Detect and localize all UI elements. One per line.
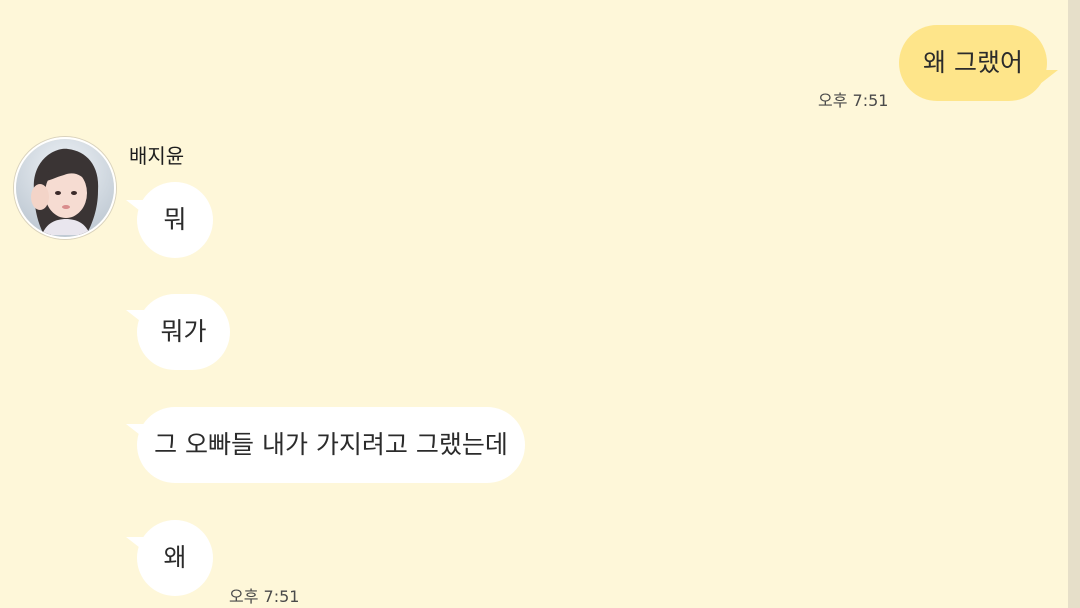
message-text: 왜 그랬어 — [923, 48, 1023, 77]
sender-name: 배지윤 — [129, 144, 185, 168]
bubble-tail — [126, 310, 144, 324]
bubble-tail — [126, 424, 144, 438]
message-bubble-received[interactable]: 그 오빠들 내가 가지려고 그랬는데 — [137, 407, 525, 483]
message-time: 오후 7:51 — [818, 91, 889, 110]
message-text: 뭐가 — [160, 317, 207, 346]
chat-area[interactable]: 왜 그랬어 오후 7:51 배지윤 뭐 뭐가 그 오빠들 내가 가지려고 그랬는… — [0, 0, 1068, 608]
message-text: 왜 — [163, 543, 187, 572]
profile-photo-icon — [16, 139, 114, 237]
bubble-tail — [126, 200, 144, 214]
message-bubble-received[interactable]: 뭐가 — [137, 294, 230, 370]
message-bubble-received[interactable]: 왜 — [137, 520, 213, 596]
message-text: 그 오빠들 내가 가지려고 그랬는데 — [154, 430, 508, 459]
bubble-tail — [126, 537, 144, 551]
contact-avatar[interactable] — [14, 137, 116, 239]
bubble-tail — [1040, 70, 1058, 84]
message-bubble-sent[interactable]: 왜 그랬어 — [899, 25, 1047, 101]
message-time: 오후 7:51 — [229, 587, 300, 606]
scrollbar-track[interactable] — [1068, 0, 1080, 608]
message-bubble-received[interactable]: 뭐 — [137, 182, 213, 258]
message-text: 뭐 — [163, 205, 187, 234]
